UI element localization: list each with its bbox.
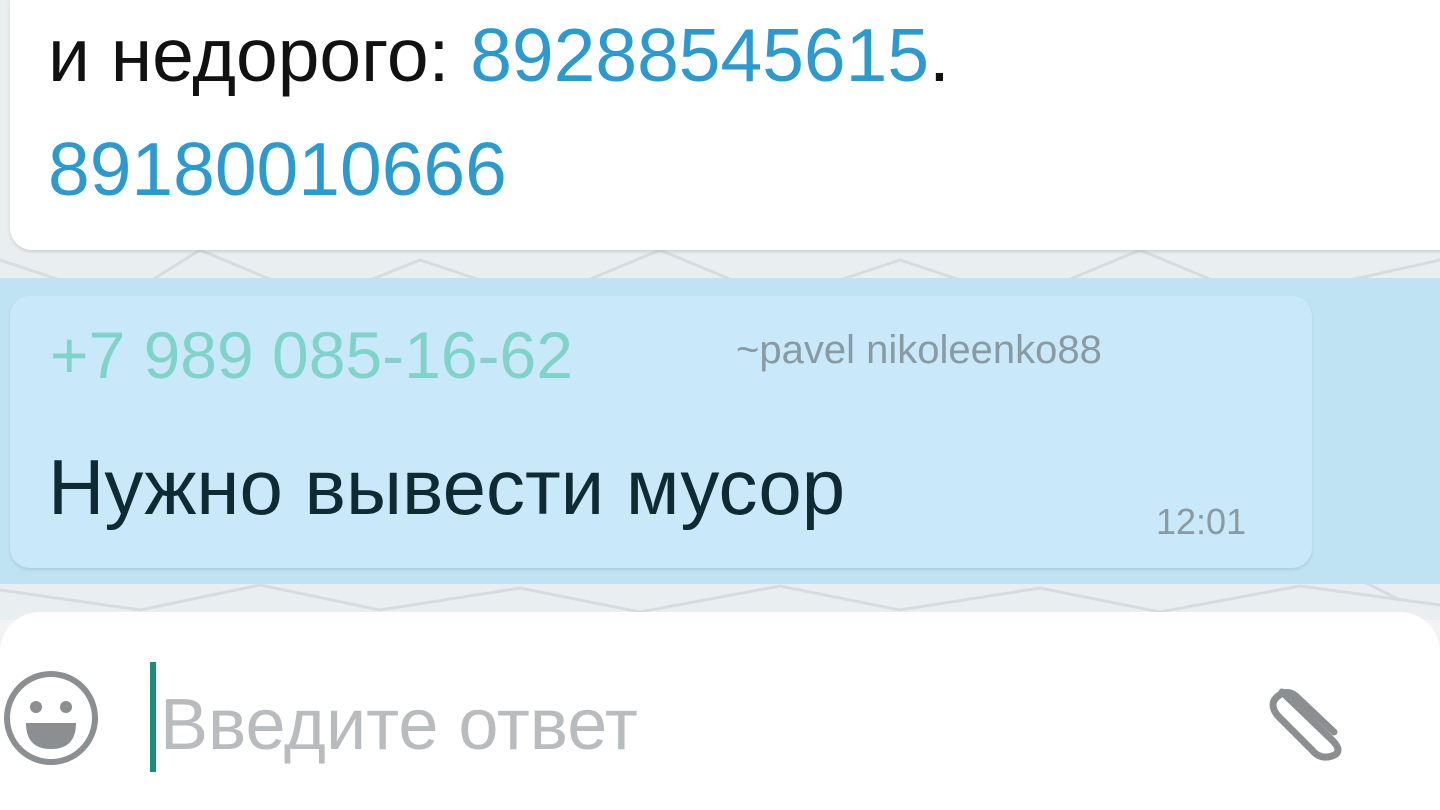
- message-text-line: и недорого: 89288545615.: [48, 18, 950, 93]
- reply-message-text: Нужно вывести мусор: [48, 443, 846, 531]
- sender-nickname: ~pavel nikoleenko88: [736, 328, 1102, 372]
- attach-button[interactable]: [1262, 672, 1360, 762]
- sender-phone[interactable]: +7 989 085-16-62: [50, 322, 573, 388]
- text-caret: [150, 662, 156, 772]
- emoji-button[interactable]: [0, 667, 102, 769]
- message-timestamp: 12:01: [1156, 501, 1247, 542]
- phone-link-2[interactable]: 89180010666: [48, 132, 507, 207]
- paperclip-icon: [1269, 688, 1342, 761]
- message-input[interactable]: [160, 680, 1200, 770]
- message-text-prefix: и недорого:: [48, 13, 471, 97]
- phone-separator: .: [929, 13, 950, 97]
- emoji-smile-icon: [4, 671, 98, 765]
- phone-link-1[interactable]: 89288545615: [470, 13, 929, 97]
